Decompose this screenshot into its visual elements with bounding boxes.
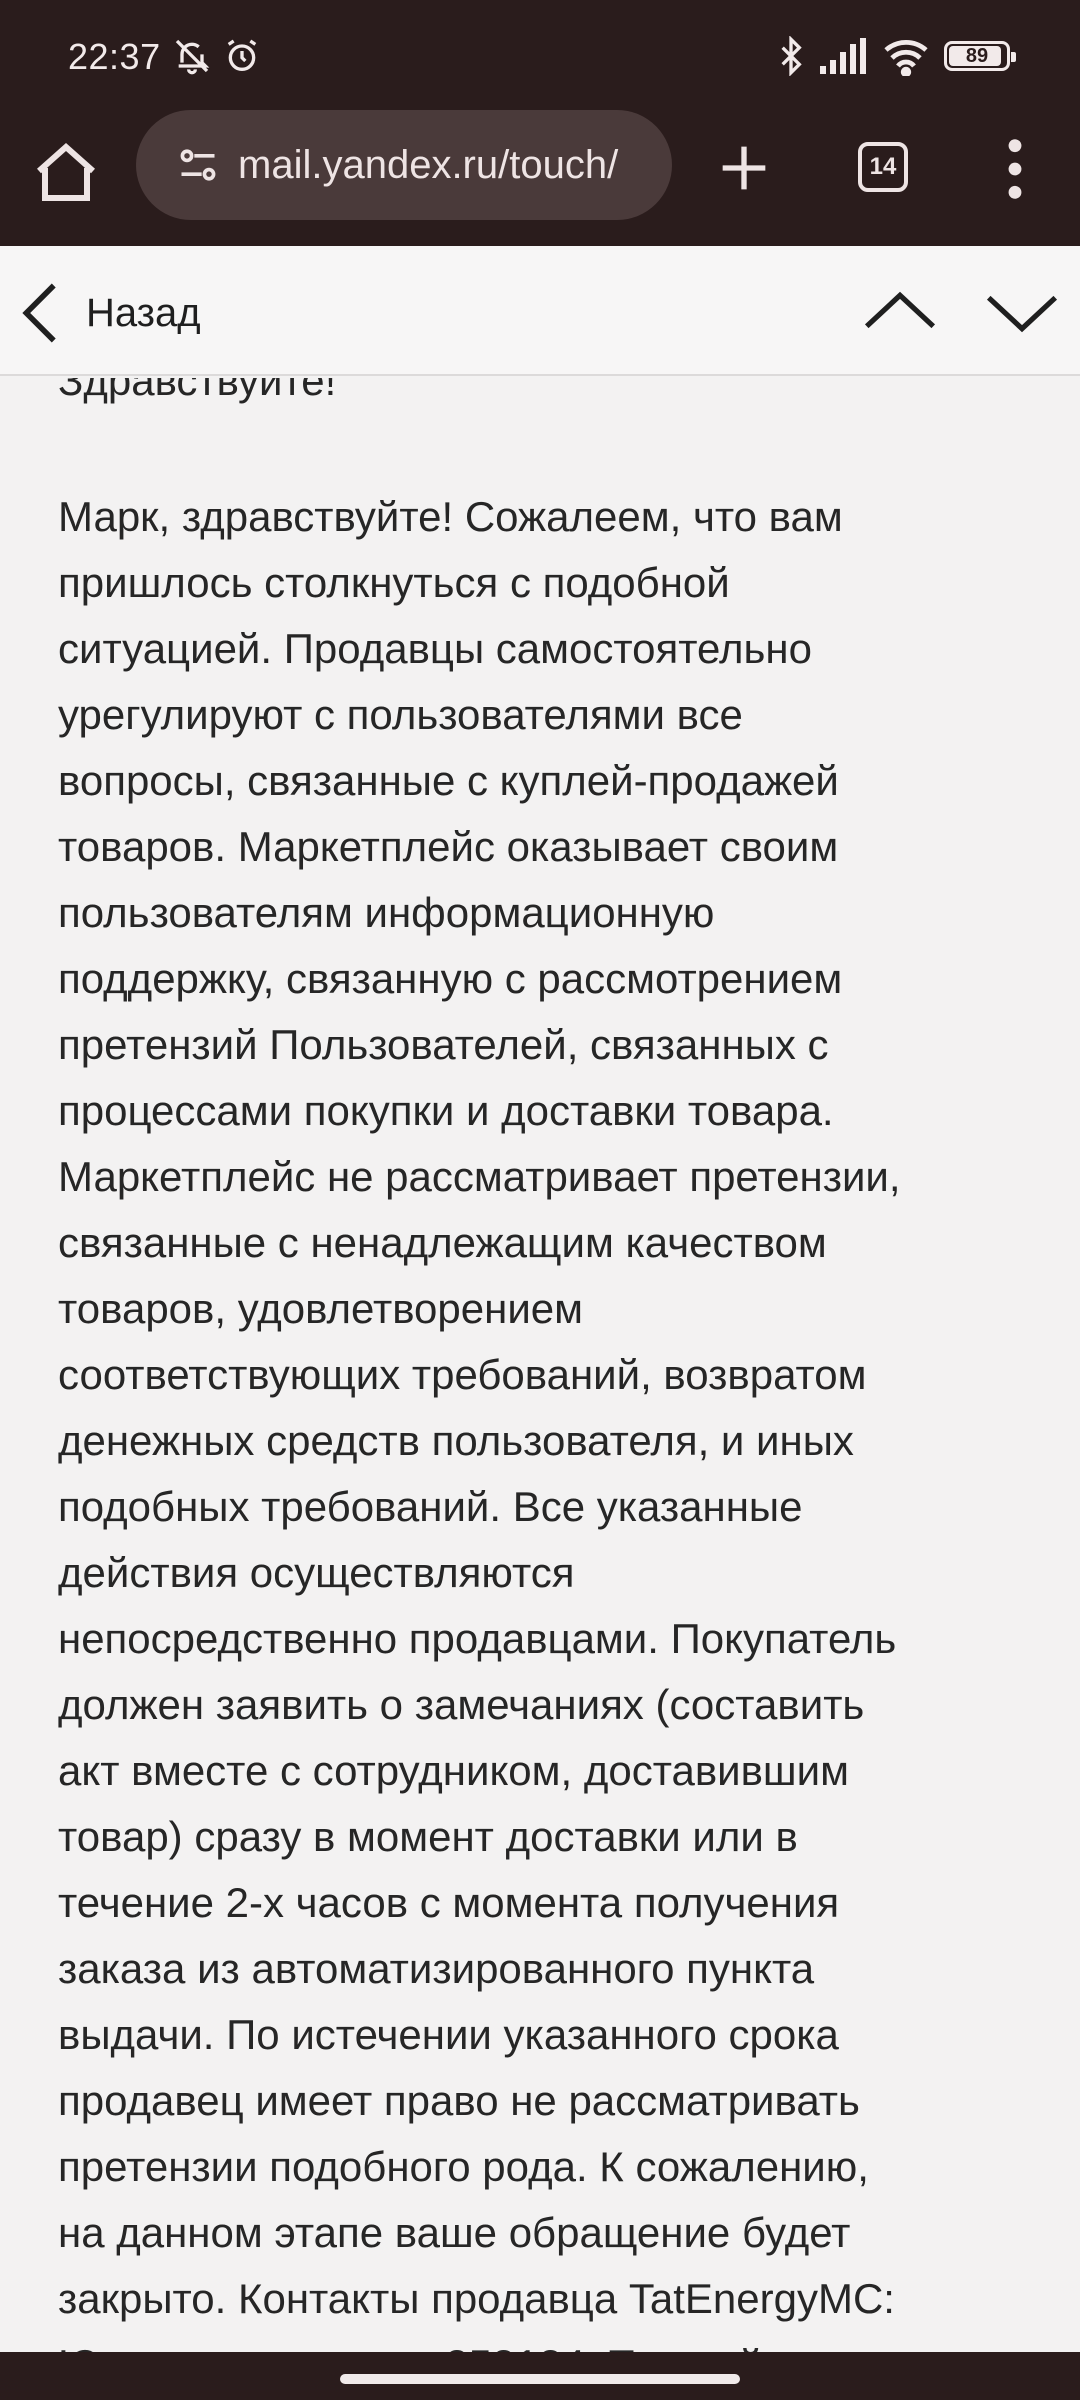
bluetooth-icon	[781, 36, 802, 76]
status-icons-right: 89	[776, 36, 1016, 76]
bell-off-icon	[175, 39, 210, 75]
battery-level: 89	[965, 44, 989, 67]
message-content[interactable]: Здравствуйте! Марк, здравствуйте! Сожале…	[0, 378, 1080, 2352]
status-time: 22:37	[68, 36, 161, 77]
next-message-button[interactable]	[984, 282, 1060, 342]
signal-icon	[820, 38, 866, 74]
message-greeting: Здравствуйте!	[58, 378, 337, 404]
status-icons-left	[172, 36, 262, 76]
home-gesture-handle[interactable]	[340, 2374, 740, 2384]
tabs-button[interactable]: 14	[858, 142, 908, 192]
previous-message-button[interactable]	[862, 282, 938, 342]
wifi-icon	[884, 39, 928, 76]
back-button[interactable]: Назад	[18, 278, 201, 348]
plus-icon	[722, 146, 766, 190]
home-icon[interactable]	[30, 138, 102, 210]
battery-indicator: 89	[944, 41, 1016, 71]
message-body: Марк, здравствуйте! Сожалеем, что вам пр…	[58, 493, 901, 2352]
chevron-left-icon	[22, 283, 56, 343]
tab-count: 14	[869, 153, 897, 180]
chevron-down-icon	[986, 295, 1058, 333]
site-settings-icon[interactable]	[176, 143, 220, 187]
address-bar[interactable]: mail.yandex.ru/touch/	[136, 110, 672, 220]
mail-header: Назад	[0, 246, 1080, 376]
new-tab-button[interactable]	[712, 136, 776, 200]
back-label: Назад	[86, 290, 201, 335]
status-bar: 22:37 89	[0, 0, 1080, 118]
url-text: mail.yandex.ru/touch/	[238, 142, 619, 187]
more-menu-icon[interactable]	[1000, 134, 1030, 204]
chevron-up-icon	[864, 291, 936, 329]
alarm-icon	[227, 39, 257, 71]
